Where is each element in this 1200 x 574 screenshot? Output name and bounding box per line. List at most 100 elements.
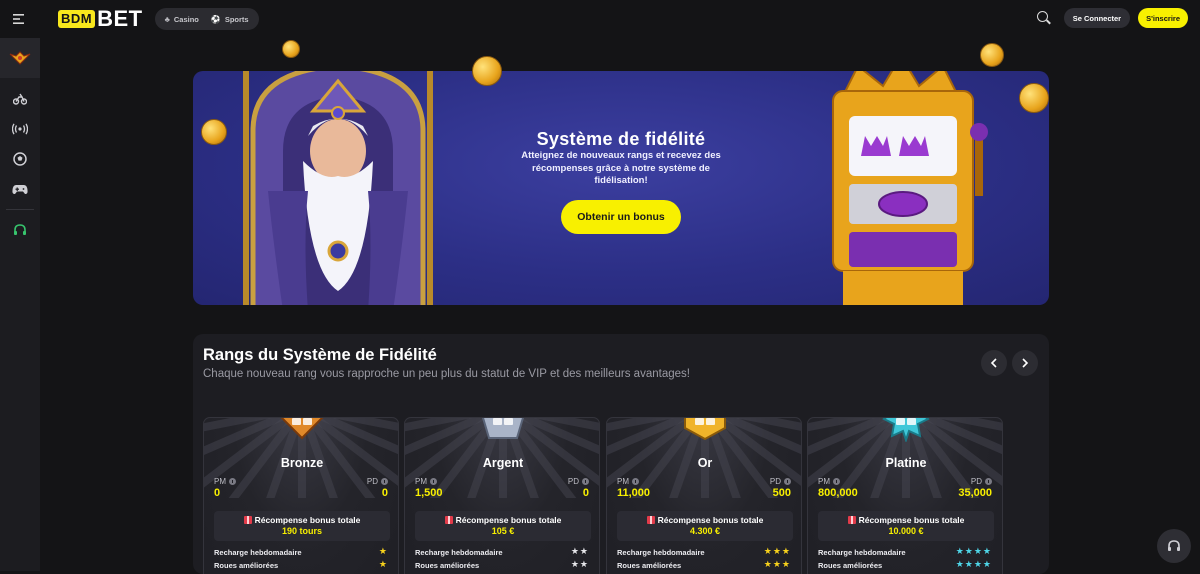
carousel-next-button[interactable] bbox=[1012, 350, 1038, 376]
bonus-value: 190 tours bbox=[281, 526, 323, 536]
chevron-left-icon bbox=[990, 358, 997, 368]
pd-label: PD bbox=[568, 477, 589, 486]
mode-switcher: ♣ Casino ⚽ Sports bbox=[154, 8, 259, 30]
info-icon[interactable] bbox=[833, 478, 840, 485]
rank-card-or: Or PM PD 11,000 500 Récompense bonus tot… bbox=[606, 417, 802, 574]
banner-subtitle: Atteignez de nouveaux rangs et recevez d… bbox=[521, 150, 721, 186]
bonus-value: 105 € bbox=[491, 526, 515, 536]
star-rating: ★★ bbox=[570, 546, 589, 556]
sidebar-item-vip[interactable] bbox=[0, 38, 40, 78]
gift-icon bbox=[444, 516, 453, 524]
pd-value: 500 bbox=[772, 487, 791, 499]
sidebar-item-motorsport[interactable] bbox=[0, 84, 40, 114]
mode-sports-label: Sports bbox=[224, 14, 249, 24]
info-icon[interactable] bbox=[430, 478, 437, 485]
feature-improved-wheels: Roues améliorées bbox=[214, 561, 279, 570]
sidebar-item-support[interactable] bbox=[0, 215, 40, 245]
wizard-illustration bbox=[243, 71, 433, 305]
info-icon[interactable] bbox=[582, 478, 589, 485]
feature-weekly-reload: Recharge hebdomadaire bbox=[818, 548, 906, 557]
gift-icon bbox=[847, 516, 856, 524]
rank-name: Or bbox=[697, 456, 713, 470]
slot-machine-illustration bbox=[832, 71, 988, 305]
top-bar: BDM BET ♣ Casino ⚽ Sports Se Connecter S… bbox=[0, 0, 1200, 38]
star-rating: ★★★★ bbox=[955, 559, 992, 569]
pm-label: PM bbox=[617, 477, 639, 486]
logo-box: BDM bbox=[58, 10, 96, 28]
menu-icon[interactable] bbox=[0, 0, 40, 38]
pm-label: PM bbox=[415, 477, 437, 486]
coin-decoration bbox=[980, 43, 1004, 67]
pd-label: PD bbox=[971, 477, 992, 486]
pm-value: 1,500 bbox=[415, 487, 443, 499]
bonus-label: Récompense bonus totale bbox=[818, 515, 994, 525]
carousel-prev-button[interactable] bbox=[981, 350, 1007, 376]
feature-improved-wheels: Roues améliorées bbox=[617, 561, 682, 570]
chevron-right-icon bbox=[1022, 358, 1029, 368]
pm-label: PM bbox=[214, 477, 236, 486]
bonus-box: Récompense bonus totale 190 tours bbox=[214, 511, 390, 541]
support-chat-button[interactable] bbox=[1157, 529, 1191, 563]
soccer-ball-icon: ⚽ bbox=[210, 14, 221, 24]
get-bonus-button[interactable]: Obtenir un bonus bbox=[561, 200, 681, 234]
coin-decoration bbox=[1019, 83, 1049, 113]
sidebar-item-football[interactable] bbox=[0, 144, 40, 174]
feature-weekly-reload: Recharge hebdomadaire bbox=[214, 548, 302, 557]
ranks-subtitle: Chaque nouveau rang vous rapproche un pe… bbox=[203, 368, 690, 380]
ranks-section: Rangs du Système de Fidélité Chaque nouv… bbox=[193, 334, 1049, 574]
login-button[interactable]: Se Connecter bbox=[1063, 8, 1131, 28]
star-rating: ★ bbox=[378, 546, 388, 556]
pd-value: 0 bbox=[582, 487, 589, 499]
info-icon[interactable] bbox=[229, 478, 236, 485]
bonus-box: Récompense bonus totale 105 € bbox=[415, 511, 591, 541]
rank-card-bronze: Bronze PM PD 0 0 Récompense bonus totale… bbox=[203, 417, 399, 574]
star-rating: ★ bbox=[378, 559, 388, 569]
bonus-label: Récompense bonus totale bbox=[617, 515, 793, 525]
headset-icon bbox=[1168, 540, 1180, 551]
feature-weekly-reload: Recharge hebdomadaire bbox=[415, 548, 503, 557]
rank-name: Argent bbox=[482, 456, 524, 470]
ranks-title: Rangs du Système de Fidélité bbox=[203, 346, 437, 364]
logo-text: BET bbox=[97, 6, 143, 31]
pd-value: 0 bbox=[381, 487, 388, 499]
info-icon[interactable] bbox=[784, 478, 791, 485]
sidebar-item-live[interactable] bbox=[0, 114, 40, 144]
gift-icon bbox=[646, 516, 655, 524]
dice-icon: ♣ bbox=[164, 14, 170, 24]
pm-value: 0 bbox=[214, 487, 221, 499]
bonus-box: Récompense bonus totale 10.000 € bbox=[818, 511, 994, 541]
logo[interactable]: BDM BET bbox=[58, 8, 143, 30]
soccer-ball-icon bbox=[13, 152, 27, 166]
sidebar bbox=[0, 38, 40, 571]
star-rating: ★★★★ bbox=[955, 546, 992, 556]
live-broadcast-icon bbox=[12, 123, 28, 135]
bonus-value: 4.300 € bbox=[689, 526, 721, 536]
pd-label: PD bbox=[367, 477, 388, 486]
mode-casino[interactable]: ♣ Casino bbox=[161, 15, 203, 24]
info-icon[interactable] bbox=[985, 478, 992, 485]
rank-bronze-icon bbox=[280, 418, 324, 440]
star-rating: ★★★ bbox=[763, 546, 791, 556]
pm-value: 800,000 bbox=[818, 487, 858, 499]
coin-decoration bbox=[282, 40, 300, 58]
rank-name: Platine bbox=[885, 456, 927, 470]
info-icon[interactable] bbox=[632, 478, 639, 485]
rank-argent-icon bbox=[482, 418, 524, 439]
mode-sports[interactable]: ⚽ Sports bbox=[207, 15, 253, 24]
rank-name: Bronze bbox=[280, 456, 324, 470]
info-icon[interactable] bbox=[381, 478, 388, 485]
bonus-label: Récompense bonus totale bbox=[214, 515, 390, 525]
gift-icon bbox=[243, 516, 252, 524]
rank-platine-icon bbox=[882, 418, 930, 442]
search-icon[interactable] bbox=[1036, 10, 1052, 26]
pm-value: 11,000 bbox=[617, 487, 651, 499]
sidebar-item-esports[interactable] bbox=[0, 174, 40, 204]
star-rating: ★★★ bbox=[763, 559, 791, 569]
rank-card-platine: Platine PM PD 800,000 35,000 Récompense … bbox=[807, 417, 1003, 574]
signup-button[interactable]: S'inscrire bbox=[1138, 8, 1188, 28]
pd-value: 35,000 bbox=[958, 487, 992, 499]
loyalty-banner: Système de fidélité Atteignez de nouveau… bbox=[193, 71, 1049, 305]
mode-casino-label: Casino bbox=[173, 14, 199, 24]
headset-icon bbox=[14, 224, 26, 235]
gamepad-icon bbox=[12, 184, 28, 194]
